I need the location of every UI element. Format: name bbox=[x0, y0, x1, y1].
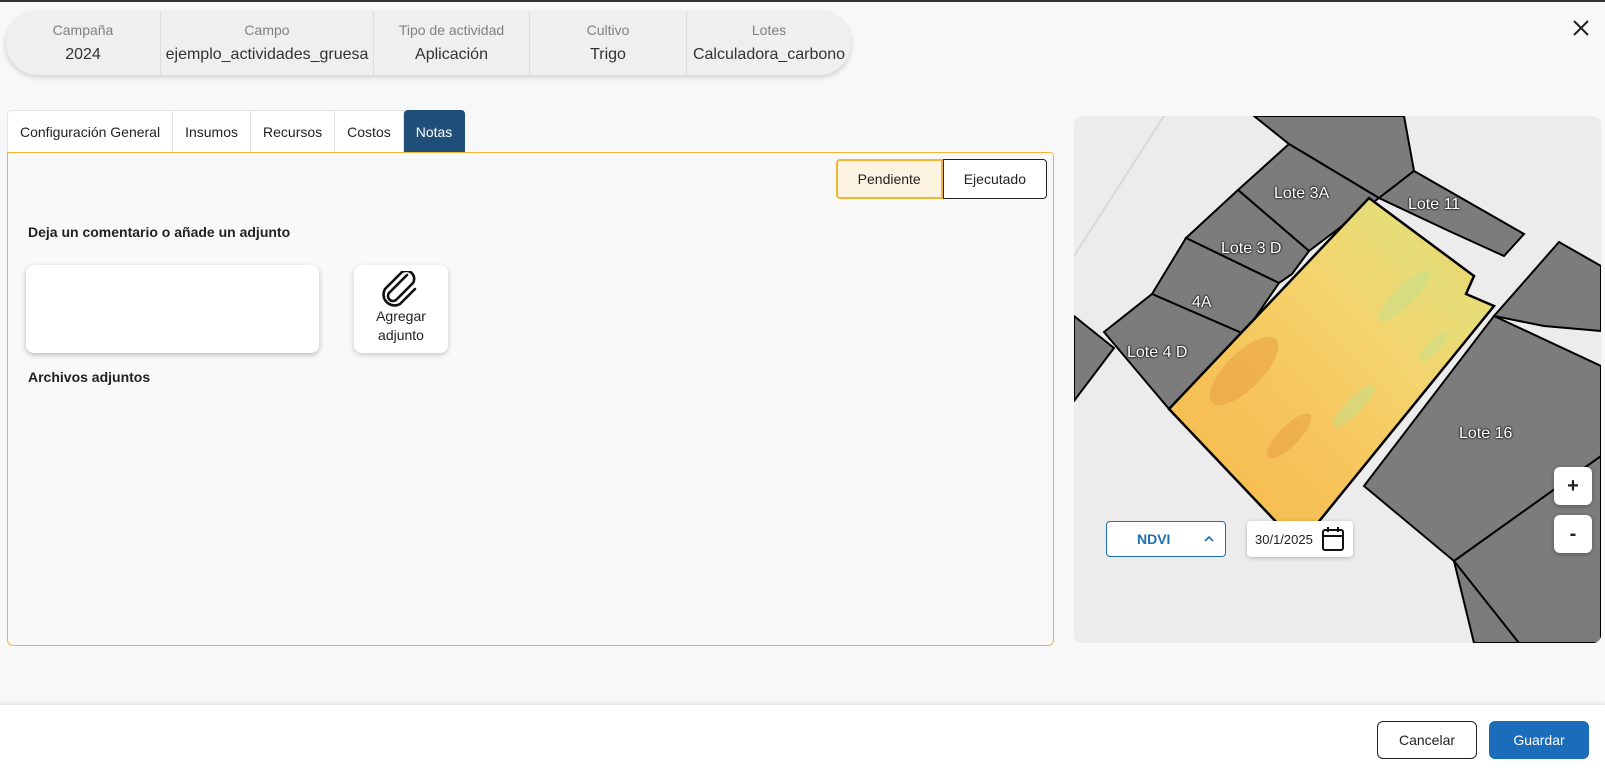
status-toggle: Pendiente Ejecutado bbox=[835, 159, 1047, 199]
save-button[interactable]: Guardar bbox=[1489, 721, 1589, 759]
summary-tipo-value: Aplicación bbox=[415, 46, 488, 63]
summary-lotes-label: Lotes bbox=[751, 22, 787, 38]
lote-label-11: Lote 11 bbox=[1408, 196, 1461, 213]
summary-campo: Campo ejemplo_actividades_gruesa bbox=[161, 11, 374, 75]
summary-tipo: Tipo de actividad Aplicación bbox=[374, 11, 530, 75]
comment-input[interactable] bbox=[34, 273, 311, 345]
tab-recursos[interactable]: Recursos bbox=[251, 110, 336, 152]
lote-label-4d: Lote 4 D bbox=[1127, 344, 1188, 361]
status-pending-button[interactable]: Pendiente bbox=[835, 159, 943, 199]
paperclip-icon bbox=[382, 271, 417, 307]
map-date-picker[interactable]: 30/1/2025 bbox=[1247, 521, 1353, 557]
add-attachment-label: Agregar adjunto bbox=[376, 308, 426, 343]
map-canvas bbox=[1074, 116, 1601, 643]
footer-bar: Cancelar Guardar bbox=[0, 705, 1605, 773]
comment-box bbox=[26, 265, 319, 353]
summary-cultivo-label: Cultivo bbox=[586, 22, 630, 38]
map-date-value: 30/1/2025 bbox=[1255, 531, 1313, 547]
tab-configuracion-general[interactable]: Configuración General bbox=[7, 110, 174, 152]
summary-tipo-label: Tipo de actividad bbox=[398, 22, 505, 38]
calendar-icon bbox=[1322, 527, 1344, 551]
zoom-out-button[interactable]: - bbox=[1554, 515, 1592, 553]
tab-bar: Configuración General Insumos Recursos C… bbox=[7, 110, 466, 152]
tab-insumos[interactable]: Insumos bbox=[173, 110, 252, 152]
summary-campo-label: Campo bbox=[244, 22, 290, 38]
field-map[interactable]: Lote 3A Lote 11 Lote 3 D 4A Lote 4 D Lot… bbox=[1074, 116, 1601, 643]
map-layer-value: NDVI bbox=[1137, 531, 1171, 547]
summary-cultivo: Cultivo Trigo bbox=[530, 11, 687, 75]
summary-campana: Campaña 2024 bbox=[6, 11, 161, 75]
zoom-in-button[interactable]: + bbox=[1554, 467, 1592, 505]
lote-label-16: Lote 16 bbox=[1459, 425, 1513, 442]
status-executed-button[interactable]: Ejecutado bbox=[942, 159, 1047, 199]
comment-section-title: Deja un comentario o añade un adjunto bbox=[28, 224, 291, 240]
attachments-section-title: Archivos adjuntos bbox=[28, 369, 151, 385]
close-icon bbox=[1573, 20, 1589, 36]
summary-cultivo-value: Trigo bbox=[590, 46, 626, 63]
summary-campo-value: ejemplo_actividades_gruesa bbox=[165, 46, 369, 63]
lote-label-3d: Lote 3 D bbox=[1221, 240, 1282, 257]
summary-campana-value: 2024 bbox=[65, 46, 101, 63]
notes-panel: Pendiente Ejecutado Deja un comentario o… bbox=[7, 152, 1054, 646]
lote-label-4a: 4A bbox=[1192, 294, 1212, 311]
tab-costos[interactable]: Costos bbox=[335, 110, 404, 152]
summary-lotes-value: Calculadora_carbono bbox=[692, 46, 846, 63]
chevron-up-icon bbox=[1204, 535, 1214, 542]
map-layer-select[interactable]: NDVI bbox=[1106, 521, 1226, 557]
summary-lotes: Lotes Calculadora_carbono bbox=[687, 11, 851, 75]
activity-summary: Campaña 2024 Campo ejemplo_actividades_g… bbox=[6, 11, 851, 75]
add-attachment-button[interactable]: Agregar adjunto bbox=[354, 265, 448, 353]
tab-notas[interactable]: Notas bbox=[403, 110, 466, 152]
lote-label-3a: Lote 3A bbox=[1274, 185, 1330, 202]
cancel-button[interactable]: Cancelar bbox=[1377, 721, 1477, 759]
close-button[interactable] bbox=[1569, 16, 1593, 40]
summary-campana-label: Campaña bbox=[52, 22, 114, 38]
